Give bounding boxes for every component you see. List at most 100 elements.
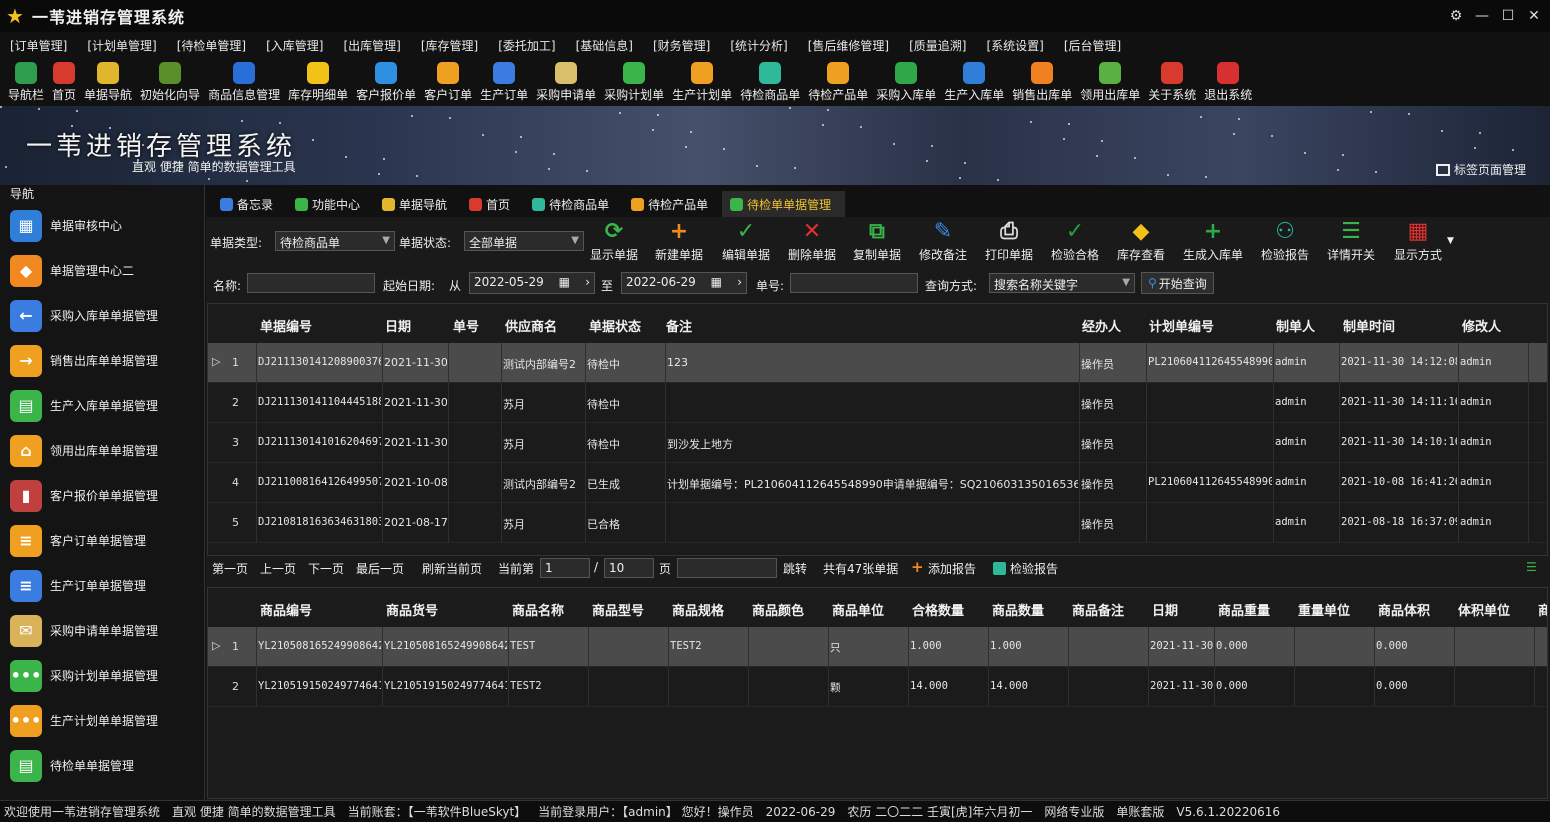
toolbar-button[interactable]: 商品信息管理	[204, 58, 284, 104]
action-button[interactable]: ✕ 删除单据	[788, 219, 836, 263]
tab-manager-button[interactable]: 标签页面管理	[1435, 161, 1526, 178]
calendar-icon[interactable]: ▦	[559, 275, 570, 289]
table-row[interactable]: 2 YL210519150249774641 YL21051915024977464…	[208, 667, 1547, 707]
start-query-button[interactable]: ⚲ 开始查询	[1141, 272, 1214, 294]
column-header[interactable]: 单据状态	[589, 316, 641, 335]
column-header[interactable]: 商品单位	[832, 600, 884, 619]
column-header[interactable]: 商品颜色	[752, 600, 804, 619]
menu-item[interactable]: [系统设置]	[977, 37, 1054, 54]
sidebar-item[interactable]: ••• 生产计划单单据管理	[0, 698, 204, 743]
menu-item[interactable]: [出库管理]	[334, 37, 411, 54]
type-select[interactable]: 待检商品单 ▼	[275, 231, 395, 251]
column-header[interactable]: 商品货号	[386, 600, 438, 619]
name-input[interactable]	[247, 273, 375, 293]
next-page-link[interactable]: 下一页	[308, 560, 344, 577]
table-row[interactable]: ▷ 1 YL210508165249908642 YL2105081652499086…	[208, 627, 1547, 667]
toolbar-button[interactable]: 待检商品单	[736, 58, 804, 104]
maximize-icon[interactable]: ☐	[1498, 6, 1518, 26]
sidebar-item[interactable]: ← 采购入库单单据管理	[0, 293, 204, 338]
action-button[interactable]: ✓ 检验合格	[1051, 219, 1099, 263]
tab[interactable]: 待检产品单	[623, 191, 722, 217]
tab[interactable]: 首页	[461, 191, 524, 217]
action-button[interactable]: ◆ 库存查看	[1117, 219, 1165, 263]
column-header[interactable]: 重量单位	[1298, 600, 1350, 619]
query-mode-select[interactable]: 搜索名称关键字 ▼	[989, 273, 1135, 293]
current-page-input[interactable]: 1	[540, 558, 590, 578]
column-header[interactable]: 修改人	[1462, 316, 1501, 335]
action-button[interactable]: ⟳ 显示单据	[590, 219, 638, 263]
action-button[interactable]: + 新建单据	[655, 219, 703, 263]
state-select[interactable]: 全部单据 ▼	[464, 231, 584, 251]
to-date-picker[interactable]: 2022-06-29 ▦ ›	[621, 272, 747, 294]
jump-page-input[interactable]	[677, 558, 777, 578]
tab[interactable]: 功能中心	[287, 191, 374, 217]
column-header[interactable]: 单据编号	[260, 316, 312, 335]
refresh-page-link[interactable]: 刷新当前页	[422, 560, 482, 577]
prev-page-link[interactable]: 上一页	[260, 560, 296, 577]
sidebar-item[interactable]: ▦ 单据审核中心	[0, 203, 204, 248]
menu-item[interactable]: [委托加工]	[488, 37, 565, 54]
column-header[interactable]: 商品规格	[672, 600, 724, 619]
table-row[interactable]: 4 DJ211008164126499507 2021-10-08 测试内部编号2 已生…	[208, 463, 1547, 503]
sidebar-item[interactable]: ✉ 采购申请单单据管理	[0, 608, 204, 653]
calendar-icon[interactable]: ▦	[711, 275, 722, 289]
tab[interactable]: 备忘录	[212, 191, 287, 217]
table-row[interactable]: 2 DJ211130141104445188 2021-11-30 苏月 待检中 操作员 a…	[208, 383, 1547, 423]
column-header[interactable]: 日期	[385, 316, 411, 335]
column-header[interactable]: 商品重量	[1218, 600, 1270, 619]
toolbar-button[interactable]: 关于系统	[1144, 58, 1200, 104]
sidebar-item[interactable]: ≡ 生产订单单据管理	[0, 563, 204, 608]
column-header[interactable]: 制单时间	[1343, 316, 1395, 335]
column-header[interactable]: 商	[1538, 600, 1547, 619]
sidebar-item[interactable]: ≡ 客户订单单据管理	[0, 518, 204, 563]
sidebar-item[interactable]: ▮ 客户报价单单据管理	[0, 473, 204, 518]
action-button[interactable]: ✎ 修改备注	[919, 219, 967, 263]
menu-item[interactable]: [订单管理]	[0, 37, 77, 54]
sidebar-item[interactable]: → 销售出库单单据管理	[0, 338, 204, 383]
toolbar-button[interactable]: 采购申请单	[532, 58, 600, 104]
toolbar-button[interactable]: 客户报价单	[352, 58, 420, 104]
menu-item[interactable]: [计划单管理]	[77, 37, 166, 54]
table-row[interactable]: 5 DJ210818163634631803 2021-08-17 苏月 已合格 操作员 a…	[208, 503, 1547, 543]
sidebar-item[interactable]: ••• 采购计划单单据管理	[0, 653, 204, 698]
toolbar-button[interactable]: 采购计划单	[600, 58, 668, 104]
minimize-icon[interactable]: —	[1472, 6, 1492, 26]
toolbar-button[interactable]: 单据导航	[80, 58, 136, 104]
column-header[interactable]: 商品型号	[592, 600, 644, 619]
doc-no-input[interactable]	[790, 273, 918, 293]
toolbar-button[interactable]: 生产订单	[476, 58, 532, 104]
column-header[interactable]: 单号	[453, 316, 479, 335]
first-page-link[interactable]: 第一页	[212, 560, 248, 577]
toolbar-button[interactable]: 导航栏	[4, 58, 48, 104]
from-date-picker[interactable]: 2022-05-29 ▦ ›	[469, 272, 595, 294]
column-header[interactable]: 商品数量	[992, 600, 1044, 619]
column-header[interactable]: 商品备注	[1072, 600, 1124, 619]
action-button[interactable]: ✓ 编辑单据	[722, 219, 770, 263]
toolbar-button[interactable]: 采购入库单	[872, 58, 940, 104]
action-button[interactable]: ⎙ 打印单据	[985, 219, 1033, 263]
menu-item[interactable]: [入库管理]	[256, 37, 333, 54]
column-header[interactable]: 经办人	[1082, 316, 1121, 335]
toolbar-button[interactable]: 生产计划单	[668, 58, 736, 104]
chevron-right-icon[interactable]: ›	[737, 275, 742, 289]
sidebar-item[interactable]: ◆ 单据管理中心二	[0, 248, 204, 293]
column-header[interactable]: 体积单位	[1458, 600, 1510, 619]
action-button[interactable]: ⧉ 复制单据	[853, 219, 901, 263]
toolbar-button[interactable]: 初始化向导	[136, 58, 204, 104]
column-header[interactable]: 合格数量	[912, 600, 964, 619]
tab[interactable]: 单据导航	[374, 191, 461, 217]
more-actions-chevron-icon[interactable]: ▼	[1447, 236, 1454, 246]
toolbar-button[interactable]: 销售出库单	[1008, 58, 1076, 104]
tab[interactable]: 待检单单据管理	[722, 191, 846, 217]
chevron-right-icon[interactable]: ›	[585, 275, 590, 289]
column-header[interactable]: 商品编号	[260, 600, 312, 619]
column-header[interactable]: 计划单编号	[1149, 316, 1214, 335]
action-button[interactable]: ⚇ 检验报告	[1261, 219, 1309, 263]
action-button[interactable]: + 生成入库单	[1183, 219, 1243, 263]
menu-item[interactable]: [财务管理]	[643, 37, 720, 54]
table-row[interactable]: 3 DJ211130141016204697 2021-11-30 苏月 待检中 到沙发上…	[208, 423, 1547, 463]
menu-item[interactable]: [后台管理]	[1054, 37, 1131, 54]
toolbar-button[interactable]: 领用出库单	[1076, 58, 1144, 104]
column-header[interactable]: 商品体积	[1378, 600, 1430, 619]
toolbar-button[interactable]: 客户订单	[420, 58, 476, 104]
